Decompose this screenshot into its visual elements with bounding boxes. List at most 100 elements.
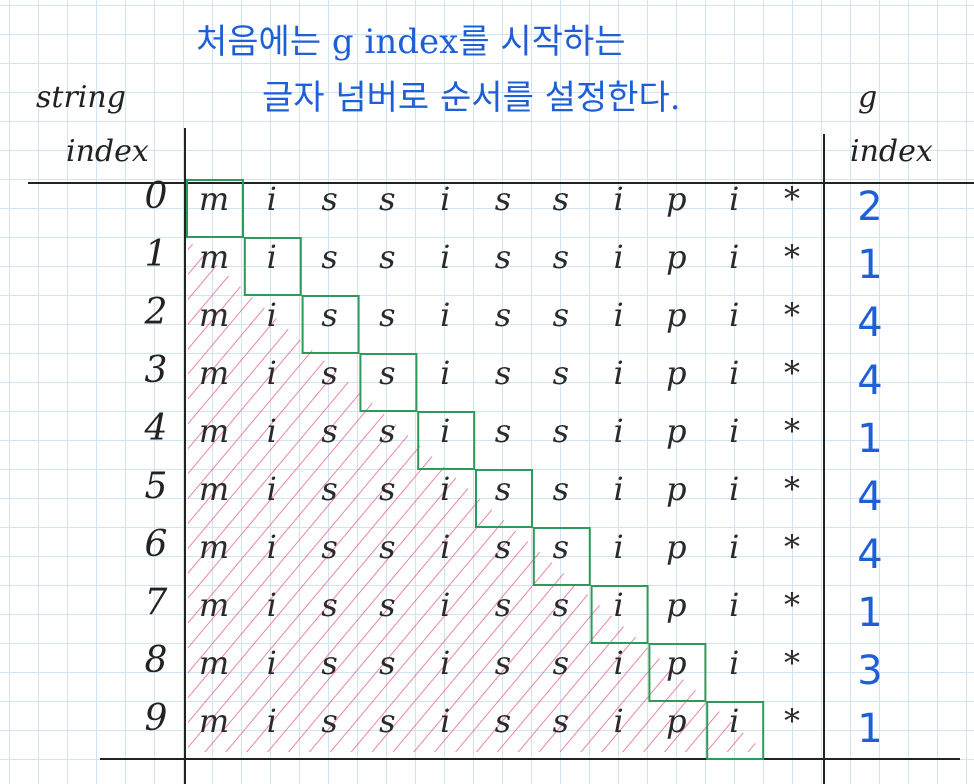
grid-cell: s: [379, 354, 396, 392]
grid-cell: i: [613, 586, 624, 624]
grid-cell: *: [784, 180, 800, 218]
grid-cell: s: [321, 412, 338, 450]
grid-cell: s: [494, 296, 512, 334]
g-index-value: 1: [857, 242, 883, 288]
grid-cell: s: [494, 238, 512, 276]
g-index-value: 1: [857, 416, 883, 462]
grid-cell: m: [198, 470, 230, 508]
grid-cell: i: [440, 412, 451, 450]
grid-cell: s: [552, 644, 569, 682]
grid-cell: s: [494, 702, 512, 740]
grid-cell: m: [198, 528, 230, 566]
grid-cell: s: [552, 180, 569, 218]
grid-cell: *: [784, 644, 800, 682]
grid-cell: i: [613, 644, 624, 682]
grid-cell: i: [613, 354, 624, 392]
grid-cell: i: [613, 180, 624, 218]
grid-cell: i: [266, 412, 277, 450]
grid-cell: i: [266, 644, 277, 682]
grid-cell: s: [552, 470, 569, 508]
grid-cell: i: [440, 644, 451, 682]
grid-cell: i: [729, 238, 740, 276]
g-index-value: 4: [857, 358, 883, 404]
grid-cell: i: [729, 586, 740, 624]
grid-cell: p: [666, 528, 687, 566]
grid-cell: s: [379, 586, 396, 624]
g-index-value: 2: [857, 184, 883, 230]
row-index: 7: [144, 582, 168, 623]
grid-cell: s: [552, 296, 569, 334]
grid-cell: i: [729, 180, 740, 218]
grid-cell: i: [266, 354, 277, 392]
grid-cell: p: [666, 354, 687, 392]
grid-cell: p: [666, 238, 687, 276]
row-index: 8: [144, 640, 168, 681]
grid-cell: s: [552, 528, 569, 566]
grid-cell: m: [198, 238, 230, 276]
grid-cell: s: [321, 586, 338, 624]
grid-cell: s: [321, 296, 338, 334]
g-index-value: 4: [857, 300, 883, 346]
grid-cell: *: [784, 238, 800, 276]
grid-cell: s: [321, 180, 338, 218]
grid-cell: i: [729, 702, 740, 740]
grid-cell: p: [666, 702, 687, 740]
grid-cell: i: [440, 702, 451, 740]
row-index: 9: [144, 698, 168, 739]
grid-cell: s: [379, 702, 396, 740]
grid-cell: s: [321, 702, 338, 740]
grid-cell: i: [266, 296, 277, 334]
grid-cell: i: [729, 644, 740, 682]
g-index-value: 1: [857, 590, 883, 636]
grid-cell: m: [198, 354, 230, 392]
grid-cell: s: [379, 528, 396, 566]
g-index-value: 3: [857, 648, 883, 694]
grid-cell: p: [666, 644, 687, 682]
grid-cell: m: [198, 644, 230, 682]
grid-cell: i: [729, 354, 740, 392]
row-index: 0: [144, 176, 168, 217]
grid-cell: p: [666, 470, 687, 508]
grid-cell: i: [613, 412, 624, 450]
grid-cell: s: [379, 180, 396, 218]
grid-cell: p: [666, 296, 687, 334]
grid-cell: s: [321, 470, 338, 508]
grid-cell: i: [440, 238, 451, 276]
grid-cell: s: [494, 180, 512, 218]
grid-cell: s: [494, 644, 512, 682]
grid-cell: s: [494, 412, 512, 450]
grid-cell: i: [729, 470, 740, 508]
row-index: 2: [144, 292, 168, 333]
grid-cell: s: [552, 702, 569, 740]
row-index: 4: [144, 408, 168, 449]
grid-cell: i: [440, 354, 451, 392]
grid-cell: s: [494, 354, 512, 392]
grid-cell: *: [784, 412, 800, 450]
grid-cell: s: [379, 296, 396, 334]
grid-cell: *: [784, 586, 800, 624]
grid-cell: i: [440, 470, 451, 508]
grid-cell: i: [729, 412, 740, 450]
grid-cell: i: [613, 470, 624, 508]
grid-cell: m: [198, 586, 230, 624]
grid-cell: s: [321, 644, 338, 682]
grid-cell: *: [784, 354, 800, 392]
grid-cell: i: [440, 180, 451, 218]
grid-cell: s: [379, 644, 396, 682]
grid-cell: *: [784, 296, 800, 334]
grid-cell: i: [440, 528, 451, 566]
grid-cell: i: [266, 586, 277, 624]
grid-cell: i: [440, 586, 451, 624]
grid-cell: i: [613, 702, 624, 740]
grid-cell: s: [321, 528, 338, 566]
grid-cell: i: [266, 238, 277, 276]
grid-cell: s: [379, 238, 396, 276]
grid-cell: s: [321, 354, 338, 392]
grid-cell: s: [379, 412, 396, 450]
grid-cell: s: [379, 470, 396, 508]
g-index-value: 4: [857, 532, 883, 578]
g-index-value: 4: [857, 474, 883, 520]
grid-cell: i: [613, 296, 624, 334]
grid-cell: *: [784, 470, 800, 508]
grid-cell: s: [321, 238, 338, 276]
